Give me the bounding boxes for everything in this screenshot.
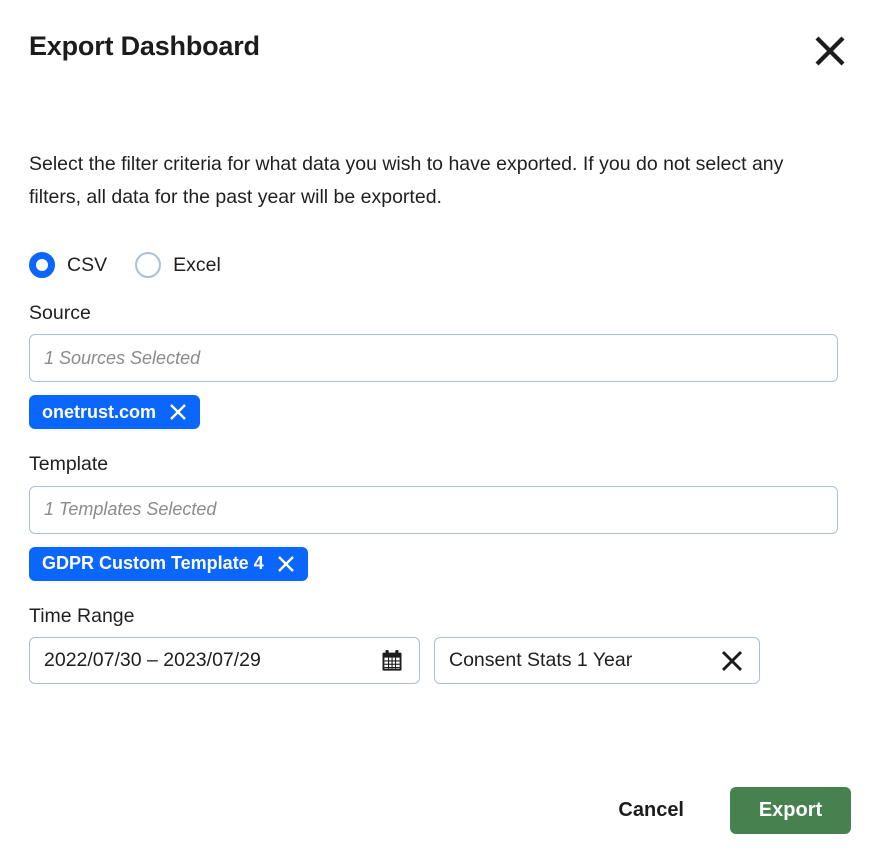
template-input[interactable]: [29, 486, 838, 534]
dialog-header: Export Dashboard: [0, 0, 880, 100]
time-range-preset-value: Consent Stats 1 Year: [449, 649, 632, 672]
radio-indicator-csv[interactable]: [29, 252, 55, 278]
template-chip[interactable]: GDPR Custom Template 4: [29, 547, 308, 581]
close-icon: [813, 34, 847, 68]
radio-option-excel[interactable]: Excel: [135, 252, 221, 278]
source-input[interactable]: [29, 334, 838, 382]
cancel-button[interactable]: Cancel: [608, 791, 694, 830]
template-chip-remove-icon[interactable]: [276, 554, 296, 574]
date-range-input[interactable]: 2022/07/30 – 2023/07/29: [29, 637, 420, 684]
time-range-clear-button[interactable]: [718, 647, 746, 675]
source-chip-remove-icon[interactable]: [168, 402, 188, 422]
template-field-group: Template: [29, 453, 880, 533]
export-button[interactable]: Export: [730, 787, 851, 834]
template-chip-label: GDPR Custom Template 4: [42, 553, 264, 574]
time-range-label: Time Range: [29, 605, 880, 628]
calendar-icon[interactable]: [381, 649, 405, 673]
date-range-value: 2022/07/30 – 2023/07/29: [44, 649, 261, 672]
time-range-field-group: Time Range 2022/07/30 – 2023/07/29: [29, 605, 880, 684]
source-chip-list: onetrust.com: [29, 395, 880, 429]
time-range-preset-input[interactable]: Consent Stats 1 Year: [434, 637, 760, 684]
close-icon: [719, 648, 745, 674]
radio-label-excel: Excel: [173, 254, 221, 277]
format-radio-group: CSV Excel: [29, 252, 880, 278]
template-chip-list: GDPR Custom Template 4: [29, 547, 880, 581]
radio-indicator-excel[interactable]: [135, 252, 161, 278]
source-chip-label: onetrust.com: [42, 402, 156, 423]
dialog-footer: Cancel Export: [0, 754, 880, 866]
dialog-body: Select the filter criteria for what data…: [0, 100, 880, 684]
source-label: Source: [29, 302, 880, 325]
close-dialog-button[interactable]: [809, 30, 851, 72]
page-title: Export Dashboard: [29, 30, 260, 62]
export-dashboard-dialog: Export Dashboard Select the filter crite…: [0, 0, 880, 866]
time-range-row: 2022/07/30 – 2023/07/29: [29, 637, 880, 684]
template-label: Template: [29, 453, 880, 476]
source-chip[interactable]: onetrust.com: [29, 395, 200, 429]
radio-label-csv: CSV: [67, 254, 107, 277]
radio-option-csv[interactable]: CSV: [29, 252, 107, 278]
source-field-group: Source: [29, 302, 880, 382]
dialog-description: Select the filter criteria for what data…: [29, 148, 801, 214]
